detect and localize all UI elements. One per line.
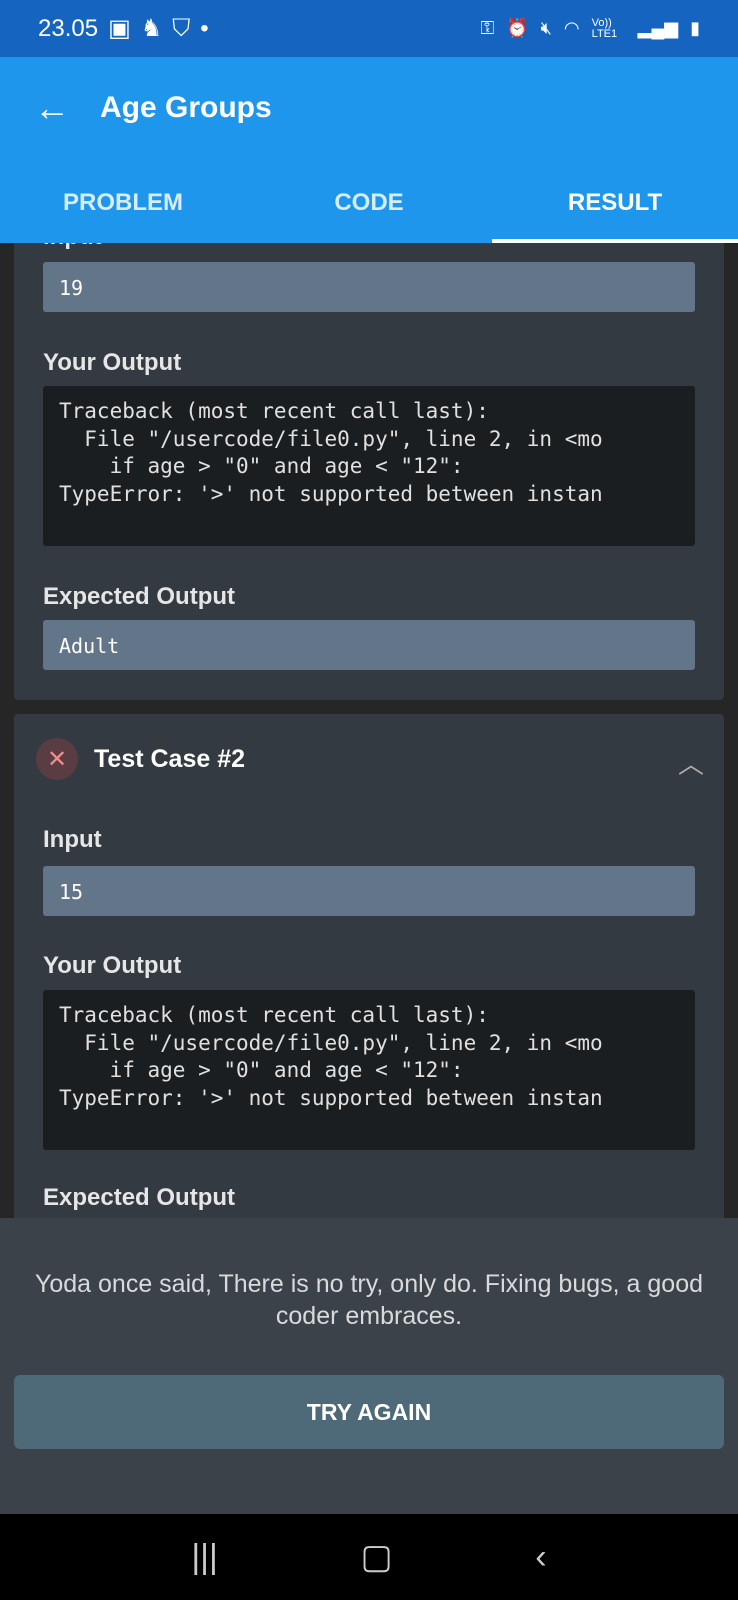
battery-icon: ▮ [690, 18, 700, 38]
back-arrow-icon[interactable]: ← [34, 87, 70, 129]
test-case-card: Input 19 Your Output Traceback (most rec… [14, 243, 724, 700]
tab-problem[interactable]: PROBLEM [0, 163, 246, 243]
clock: 23.05 [38, 14, 99, 42]
input-value: 19 [43, 262, 695, 312]
your-output-label: Your Output [43, 349, 182, 376]
system-nav-bar: ||| ▢ ‹ [0, 1514, 738, 1600]
your-output-value: Traceback (most recent call last): File … [43, 990, 695, 1150]
shield-icon: ⛉ [172, 14, 191, 42]
result-footer: Yoda once said, There is no try, only do… [0, 1218, 738, 1514]
home-icon[interactable]: ▢ [361, 1537, 393, 1577]
page-title: Age Groups [100, 91, 272, 124]
chevron-up-icon[interactable]: ︿ [678, 744, 704, 781]
test-case-header[interactable]: ✕ Test Case #2 [36, 738, 245, 780]
dot-icon: • [200, 14, 209, 42]
notification-icon: ♞ [140, 15, 163, 42]
wifi-icon: ◠ [563, 18, 580, 38]
try-again-button[interactable]: TRY AGAIN [14, 1375, 724, 1449]
results-scroll-area[interactable]: Input 19 Your Output Traceback (most rec… [0, 243, 738, 1218]
input-label: Input [43, 243, 102, 251]
status-bar: 23.05 ▣ ♞ ⛉ • ⚿ ⏰ 🔇︎ ◠ Vo)) LTE1 ▂▄▆ ▮ [0, 0, 738, 57]
test-case-card: ✕ Test Case #2 ︿ Input 15 Your Output Tr… [14, 714, 724, 1218]
alarm-icon: ⏰ [506, 18, 529, 38]
recent-apps-icon[interactable]: ||| [191, 1538, 218, 1577]
expected-output-label: Expected Output [43, 1184, 236, 1211]
image-icon: ▣ [108, 15, 131, 42]
app-bar: ← Age Groups PROBLEM CODE RESULT [0, 57, 738, 243]
expected-output-label: Expected Output [43, 583, 236, 610]
signal-icon: ▂▄▆ [637, 18, 679, 38]
back-icon[interactable]: ‹ [535, 1538, 546, 1577]
input-value: 15 [43, 866, 695, 916]
mute-icon: 🔇︎ [540, 18, 552, 38]
motivation-quote: Yoda once said, There is no try, only do… [34, 1270, 704, 1330]
expected-output-value: Adult [43, 620, 695, 670]
tab-bar: PROBLEM CODE RESULT [0, 163, 738, 243]
test-case-title: Test Case #2 [94, 744, 246, 773]
tab-code[interactable]: CODE [246, 163, 492, 243]
your-output-value: Traceback (most recent call last): File … [43, 386, 695, 546]
your-output-label: Your Output [43, 952, 182, 979]
vpn-key-icon: ⚿ [480, 18, 495, 38]
volte-lte1-icon: Vo)) LTE1 [591, 16, 618, 40]
input-label: Input [43, 826, 102, 853]
fail-x-icon: ✕ [36, 738, 78, 780]
tab-result[interactable]: RESULT [492, 163, 738, 243]
